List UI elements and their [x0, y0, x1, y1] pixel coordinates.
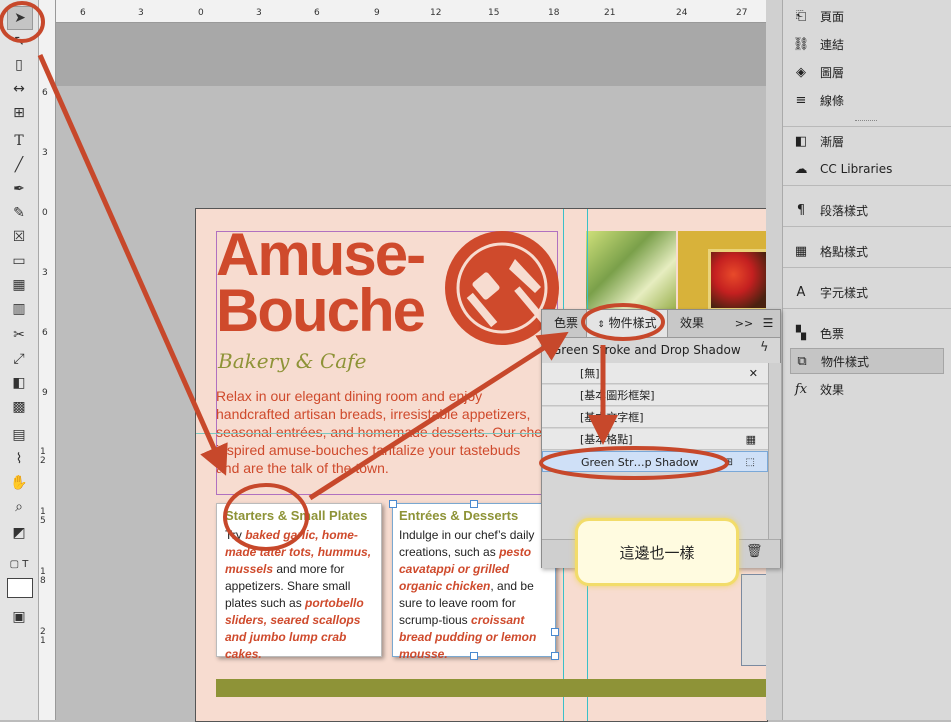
annotation-marks — [0, 1, 729, 551]
annotation-overlay — [0, 1, 729, 551]
